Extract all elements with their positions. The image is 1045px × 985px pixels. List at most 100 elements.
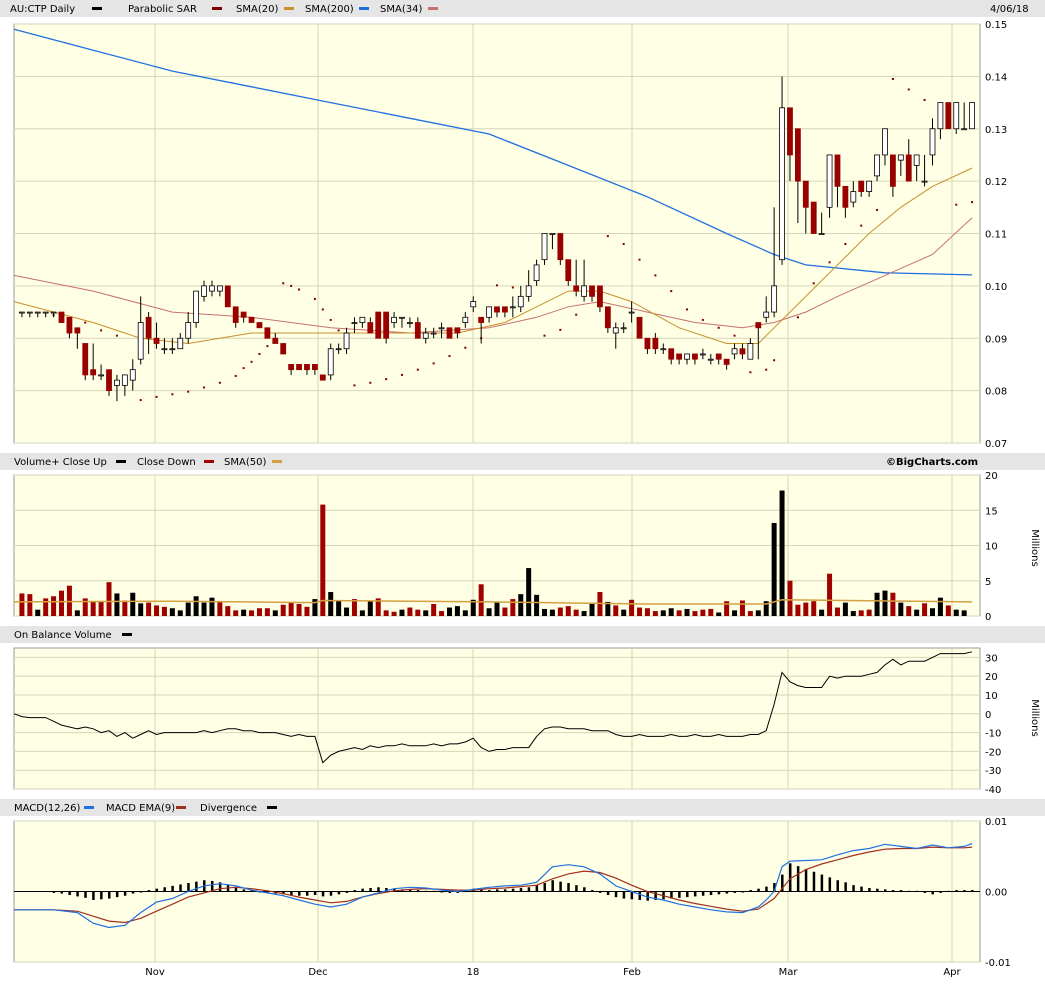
- volume-panel: Volume+ Close Up Close Down SMA(50) ©Big…: [0, 453, 1045, 623]
- candle-body: [897, 154, 904, 161]
- volume-bar: [462, 610, 468, 616]
- candle-body: [232, 306, 239, 323]
- volume-bar: [59, 590, 65, 616]
- volume-bar: [589, 602, 595, 616]
- sar-dot: [250, 360, 253, 363]
- volume-bar: [169, 608, 175, 616]
- volume-bar: [431, 604, 437, 616]
- legend-swatch-sma20: [284, 7, 294, 10]
- candle-body: [866, 180, 873, 193]
- sar-dot: [511, 286, 514, 289]
- candle-body: [787, 107, 793, 156]
- divergence-bar: [804, 868, 808, 892]
- candle: [327, 343, 334, 381]
- volume-bar: [906, 606, 912, 616]
- candle-body: [794, 128, 801, 182]
- divergence-bar: [68, 891, 71, 896]
- volume-bar: [834, 607, 840, 616]
- divergence-bar: [187, 883, 190, 892]
- sar-dot: [670, 290, 673, 293]
- volume-bar: [914, 609, 920, 616]
- candle-body: [169, 348, 176, 351]
- volume-bar: [549, 609, 555, 616]
- divergence-bar: [100, 891, 103, 900]
- divergence-bar: [812, 871, 816, 892]
- candle-body: [319, 374, 326, 381]
- legend-swatch-vol-up: [116, 460, 126, 463]
- candle-body: [454, 327, 461, 334]
- volume-bar: [502, 607, 508, 616]
- candle: [264, 327, 271, 339]
- sar-dot: [955, 203, 958, 206]
- sar-dot: [203, 386, 206, 389]
- sar-dot: [923, 98, 926, 101]
- candle-body: [953, 102, 960, 130]
- sar-dot: [242, 367, 245, 370]
- y-tick-label: -30: [985, 766, 1001, 777]
- volume-bar: [209, 597, 215, 616]
- candle-body: [969, 102, 975, 130]
- divergence-bar: [709, 891, 713, 896]
- volume-bar: [827, 573, 833, 616]
- divergence-bar: [852, 885, 855, 892]
- candle-body: [628, 311, 635, 314]
- divergence-bar: [84, 891, 87, 898]
- volume-bar: [288, 601, 294, 616]
- sar-dot: [765, 368, 768, 371]
- legend-swatch-daily: [92, 7, 102, 10]
- volume-bar: [494, 602, 500, 616]
- candle: [224, 285, 231, 308]
- candle-body: [185, 322, 192, 339]
- candle-body: [723, 358, 730, 365]
- candle: [248, 316, 255, 323]
- candle-body: [652, 337, 659, 350]
- candle-body: [533, 264, 540, 282]
- volume-bar: [850, 611, 856, 616]
- sar-dot: [575, 313, 578, 316]
- macd-legend: MACD(12,26): [14, 803, 81, 814]
- candle-body: [921, 180, 928, 183]
- divergence-bar: [195, 881, 198, 892]
- candle-body: [644, 337, 651, 350]
- sar-dot: [749, 371, 752, 374]
- candle-body: [19, 311, 25, 314]
- y-tick-label: 0.12: [985, 177, 1007, 188]
- price-axis: 0.15 0.14 0.13 0.12 0.11 0.10 0.09 0.08 0.07: [985, 20, 1007, 450]
- candle-body: [707, 358, 714, 361]
- candle-body: [525, 285, 532, 297]
- volume-bar: [27, 594, 33, 616]
- divergence-bar: [313, 891, 317, 896]
- sar-dot: [773, 359, 776, 362]
- volume-bar: [542, 608, 548, 616]
- volume-bar: [842, 602, 848, 616]
- candle-body: [98, 374, 104, 377]
- volume-bar: [233, 610, 239, 616]
- volume-bar: [732, 610, 738, 616]
- x-tick-label: Apr: [943, 967, 961, 978]
- divergence-bar: [551, 880, 554, 892]
- volume-bar: [644, 608, 650, 616]
- candle-body: [114, 379, 120, 386]
- candle-body: [224, 285, 231, 308]
- candle-body: [557, 233, 564, 261]
- candle: [82, 343, 89, 381]
- candle: [969, 102, 975, 130]
- candle-body: [882, 128, 888, 156]
- candle-body: [739, 348, 746, 355]
- sar-dot: [234, 374, 237, 377]
- candle-body: [834, 154, 841, 187]
- obv-axis: 30 20 10 0 -10 -20 -30 -40: [985, 653, 1001, 796]
- divergence-bar: [123, 891, 127, 896]
- sar-dot: [218, 381, 221, 384]
- divergence-bar: [646, 891, 649, 901]
- candle-body: [288, 364, 295, 371]
- sar-dot: [907, 88, 910, 91]
- divergence-bar: [575, 885, 578, 892]
- volume-legend-sma50: SMA(50): [224, 457, 266, 468]
- divergence-bar: [868, 887, 871, 892]
- volume-unit-label: Millions: [1029, 529, 1040, 566]
- volume-bar: [882, 590, 888, 616]
- x-tick-label: Feb: [623, 967, 641, 978]
- volume-bar: [929, 608, 935, 616]
- volume-bar: [51, 596, 57, 616]
